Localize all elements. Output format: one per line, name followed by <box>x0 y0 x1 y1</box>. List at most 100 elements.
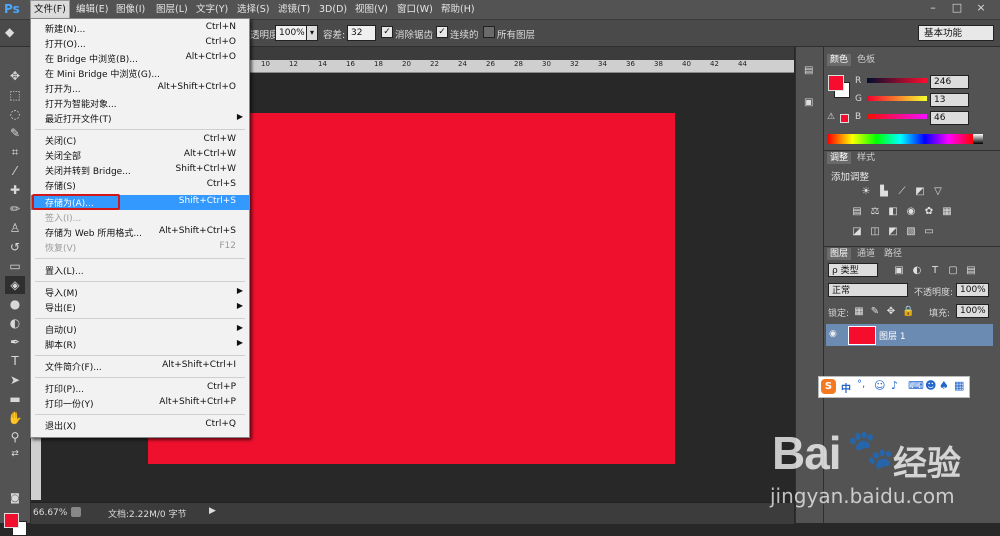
menu-item-new[interactable]: 新建(N)... Ctrl+N <box>31 21 249 36</box>
blend-mode-select[interactable]: 正常 <box>828 283 908 297</box>
brightness-contrast-icon[interactable]: ☀ <box>861 187 871 197</box>
zoom-level[interactable]: 66.67% <box>31 507 69 519</box>
menu-item-close-all[interactable]: 关闭全部 Alt+Ctrl+W <box>31 148 249 163</box>
paint-bucket-tool-icon[interactable]: ◈ <box>5 276 25 294</box>
opacity-dropdown-icon[interactable]: ▾ <box>306 25 318 41</box>
invert-icon[interactable]: ◪ <box>852 227 862 237</box>
vibrance-icon[interactable]: ▽ <box>933 187 943 197</box>
menu-edit[interactable]: 编辑(E) <box>76 0 108 19</box>
channel-r-slider[interactable] <box>867 78 927 83</box>
eyedropper-tool-icon[interactable]: ⁄ <box>5 162 25 180</box>
clone-stamp-tool-icon[interactable]: ♙ <box>5 219 25 237</box>
gamut-warning-icon[interactable]: ⚠ <box>827 112 835 122</box>
menu-item-file-info[interactable]: 文件简介(F)... Alt+Shift+Ctrl+I <box>31 359 249 374</box>
menu-select[interactable]: 选择(S) <box>237 0 269 19</box>
tolerance-field[interactable]: 32 <box>347 25 376 41</box>
move-tool-icon[interactable]: ✥ <box>5 67 25 85</box>
tab-layers[interactable]: 图层 <box>827 248 852 260</box>
status-icon[interactable] <box>71 507 81 517</box>
channel-r-value[interactable]: 246 <box>930 75 969 89</box>
history-panel-icon[interactable]: ▤ <box>804 65 816 77</box>
tab-paths[interactable]: 路径 <box>881 248 905 260</box>
sogou-logo-icon[interactable]: S <box>821 379 836 394</box>
close-button[interactable]: × <box>970 1 992 15</box>
emoji-icon[interactable]: ☺ <box>874 379 885 392</box>
status-menu-arrow-icon[interactable]: ▶ <box>209 506 216 516</box>
menu-item-exit[interactable]: 退出(X) Ctrl+Q <box>31 418 249 433</box>
lock-transparent-icon[interactable]: ▦ <box>854 307 864 317</box>
layer-filter-select[interactable]: ρ 类型 <box>828 263 878 277</box>
foreground-color-swatch[interactable] <box>4 513 19 528</box>
hand-tool-icon[interactable]: ✋ <box>5 409 25 427</box>
opacity-field[interactable]: 100% <box>275 25 308 41</box>
gamut-swatch[interactable] <box>840 114 849 123</box>
minimize-button[interactable]: – <box>922 1 944 15</box>
bw-ramp[interactable] <box>973 134 983 144</box>
hue-saturation-icon[interactable]: ▤ <box>852 207 862 217</box>
exposure-icon[interactable]: ◩ <box>915 187 925 197</box>
marquee-tool-icon[interactable]: ⬚ <box>5 86 25 104</box>
menu-3d[interactable]: 3D(D) <box>319 0 347 19</box>
menu-item-export[interactable]: 导出(E) ▶ <box>31 300 249 315</box>
curves-icon[interactable]: ⟋ <box>897 187 907 197</box>
healing-brush-tool-icon[interactable]: ✚ <box>5 181 25 199</box>
menu-window[interactable]: 窗口(W) <box>397 0 433 19</box>
menu-item-close-goto-bridge[interactable]: 关闭并转到 Bridge... Shift+Ctrl+W <box>31 163 249 178</box>
threshold-icon[interactable]: ◩ <box>888 227 898 237</box>
keyboard-icon[interactable]: ⌨ <box>908 379 924 392</box>
contiguous-checkbox[interactable]: ✓ <box>436 26 448 38</box>
channel-b-slider[interactable] <box>867 114 927 119</box>
voice-input-icon[interactable]: ♪ <box>891 379 898 392</box>
punctuation-icon[interactable]: °, <box>857 379 865 390</box>
color-spectrum-bar[interactable] <box>828 134 973 144</box>
lock-pixels-icon[interactable]: ✎ <box>870 307 880 317</box>
menu-view[interactable]: 视图(V) <box>355 0 388 19</box>
color-foreground-swatch[interactable] <box>828 75 844 91</box>
menu-item-place[interactable]: 置入(L)... <box>31 263 249 278</box>
quick-mask-icon[interactable]: ◙ <box>5 490 25 508</box>
tab-swatches[interactable]: 色板 <box>854 54 878 66</box>
blur-tool-icon[interactable]: ● <box>5 295 25 313</box>
menu-item-print[interactable]: 打印(P)... Ctrl+P <box>31 381 249 396</box>
menu-help[interactable]: 帮助(H) <box>441 0 475 19</box>
paint-bucket-icon[interactable]: ◆ <box>5 25 19 39</box>
fill-value[interactable]: 100% <box>956 304 989 318</box>
filter-shape-icon[interactable]: ▢ <box>948 266 958 276</box>
properties-panel-icon[interactable]: ▣ <box>804 97 816 109</box>
menu-item-automate[interactable]: 自动(U) ▶ <box>31 322 249 337</box>
posterize-icon[interactable]: ◫ <box>870 227 880 237</box>
menu-image[interactable]: 图像(I) <box>116 0 145 19</box>
levels-icon[interactable]: ▙ <box>879 187 889 197</box>
layer-row[interactable]: ◉ 图层 1 <box>826 324 993 346</box>
workspace-select[interactable]: 基本功能 <box>918 25 994 41</box>
menu-item-open-smart-object[interactable]: 打开为智能对象... <box>31 96 249 111</box>
path-select-tool-icon[interactable]: ➤ <box>5 371 25 389</box>
menu-item-save-for-web[interactable]: 存储为 Web 所用格式... Alt+Shift+Ctrl+S <box>31 225 249 240</box>
antialias-checkbox[interactable]: ✓ <box>381 26 393 38</box>
menu-item-import[interactable]: 导入(M) ▶ <box>31 285 249 300</box>
color-lookup-icon[interactable]: ▦ <box>942 207 952 217</box>
channel-mixer-icon[interactable]: ✿ <box>924 207 934 217</box>
menu-filter[interactable]: 滤镜(T) <box>278 0 310 19</box>
menu-item-open[interactable]: 打开(O)... Ctrl+O <box>31 36 249 51</box>
menu-type[interactable]: 文字(Y) <box>196 0 228 19</box>
maximize-button[interactable]: □ <box>946 1 968 15</box>
channel-g-value[interactable]: 13 <box>930 93 969 107</box>
layer-opacity-value[interactable]: 100% <box>956 283 989 297</box>
toolbox-icon[interactable]: ▦ <box>954 379 964 392</box>
filter-smart-object-icon[interactable]: ▤ <box>966 266 976 276</box>
all-layers-checkbox[interactable] <box>483 26 495 38</box>
menu-item-print-one-copy[interactable]: 打印一份(Y) Alt+Shift+Ctrl+P <box>31 396 249 411</box>
menu-item-save[interactable]: 存储(S) Ctrl+S <box>31 178 249 193</box>
photo-filter-icon[interactable]: ◉ <box>906 207 916 217</box>
eraser-tool-icon[interactable]: ▭ <box>5 257 25 275</box>
menu-item-recent-files[interactable]: 最近打开文件(T) ▶ <box>31 111 249 126</box>
skin-icon[interactable]: ♠ <box>939 379 949 392</box>
filter-adjustment-icon[interactable]: ◐ <box>912 266 922 276</box>
tab-styles[interactable]: 样式 <box>854 152 878 164</box>
crop-tool-icon[interactable]: ⌗ <box>5 143 25 161</box>
type-tool-icon[interactable]: T <box>5 352 25 370</box>
user-icon[interactable]: ☻ <box>925 379 936 392</box>
black-white-icon[interactable]: ◧ <box>888 207 898 217</box>
pen-tool-icon[interactable]: ✒ <box>5 333 25 351</box>
